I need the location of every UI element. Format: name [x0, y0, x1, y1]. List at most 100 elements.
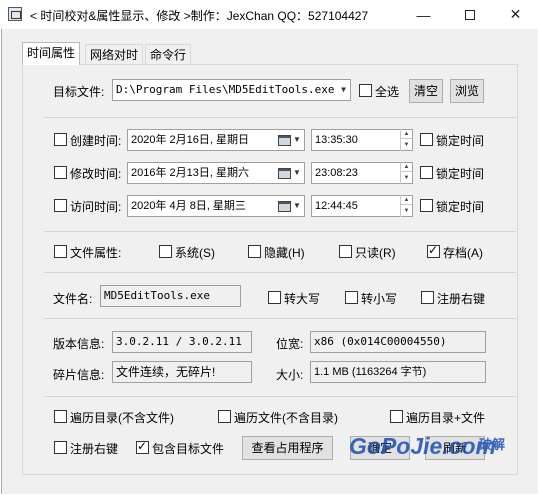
modify-date-value: 2016年 2月13日, 星期六 [131, 167, 249, 179]
register-context-label: 注册右键 [437, 292, 486, 306]
archive-attr-checkbox[interactable] [427, 243, 440, 258]
file-attributes-label: 文件属性: [70, 246, 122, 260]
lock-create-time-checkbox[interactable] [420, 133, 433, 146]
calendar-icon[interactable] [278, 168, 291, 179]
spin-down-icon[interactable]: ▼ [401, 140, 412, 150]
title-bar[interactable]: < 时间校对&属性显示、修改 >制作：JexChan QQ：527104427 … [0, 0, 539, 29]
create-time-spinner[interactable]: ▲ ▼ [400, 129, 412, 151]
size-label: 大小: [276, 368, 304, 382]
register-context-checkbox[interactable] [421, 291, 434, 304]
target-file-path: D:\Program Files\MD5EditTools.exe [116, 83, 335, 96]
readonly-attr-checkbox[interactable] [339, 245, 352, 258]
modify-time-checkbox[interactable] [54, 166, 67, 179]
access-date-picker[interactable]: 2020年 4月 8日, 星期三 ▼ [127, 195, 305, 217]
divider [44, 117, 516, 118]
include-target-label: 包含目标文件 [152, 442, 225, 456]
access-date-value: 2020年 4月 8日, 星期三 [131, 200, 246, 212]
select-all-checkbox[interactable] [359, 84, 372, 97]
version-field: 3.0.2.11 / 3.0.2.11 [112, 331, 252, 353]
to-lower-label: 转小写 [361, 292, 398, 306]
access-time-input[interactable]: 12:44:45 ▲ ▼ [311, 195, 413, 217]
lock-create-time-label: 锁定时间 [436, 134, 485, 148]
watermark-text: GoPoJie.com [349, 433, 496, 459]
lock-modify-time-label: 锁定时间 [436, 167, 485, 181]
access-time-checkbox[interactable] [54, 199, 67, 212]
modify-time-spinner[interactable]: ▲ ▼ [400, 162, 412, 184]
access-time-spinner[interactable]: ▲ ▼ [400, 195, 412, 217]
window-title: < 时间校对&属性显示、修改 >制作：JexChan QQ：527104427 [30, 9, 369, 23]
file-attributes-checkbox[interactable] [54, 245, 67, 258]
spin-down-icon[interactable]: ▼ [401, 173, 412, 183]
close-button[interactable]: ✕ [493, 0, 538, 29]
divider [44, 318, 516, 319]
include-target-checkbox[interactable] [136, 439, 149, 454]
hidden-attr-label: 隐藏(H) [264, 246, 305, 260]
system-attr-label: 系统(S) [175, 246, 215, 260]
create-date-picker[interactable]: 2020年 2月16日, 星期日 ▼ [127, 129, 305, 151]
target-file-label: 目标文件: [53, 85, 105, 99]
tab-command-line[interactable]: 命令行 [145, 44, 192, 64]
register-right-label: 注册右键 [70, 442, 119, 456]
tab-time-attributes[interactable]: 时间属性 [22, 42, 81, 65]
hidden-attr-checkbox[interactable] [248, 245, 261, 258]
modify-time-label: 修改时间: [70, 167, 122, 181]
traverse-files-checkbox[interactable] [218, 410, 231, 423]
traverse-dirs-label: 遍历目录(不含文件) [70, 411, 174, 425]
divider [44, 272, 516, 273]
traverse-both-checkbox[interactable] [390, 410, 403, 423]
to-upper-label: 转大写 [284, 292, 321, 306]
filename-field[interactable]: MD5EditTools.exe [100, 285, 241, 307]
lock-access-time-checkbox[interactable] [420, 199, 433, 212]
chevron-down-icon[interactable]: ▼ [341, 80, 346, 100]
archive-attr-label: 存档(A) [443, 246, 483, 260]
chevron-down-icon[interactable]: ▼ [293, 163, 301, 183]
clear-button[interactable]: 清空 [409, 79, 443, 103]
create-time-input[interactable]: 13:35:30 ▲ ▼ [311, 129, 413, 151]
app-icon [8, 7, 22, 21]
traverse-files-label: 遍历文件(不含目录) [234, 411, 338, 425]
chevron-down-icon[interactable]: ▼ [293, 196, 301, 216]
traverse-both-label: 遍历目录+文件 [406, 411, 486, 425]
calendar-icon[interactable] [278, 201, 291, 212]
modify-time-value: 23:08:23 [315, 167, 358, 179]
fragment-field: 文件连续，无碎片! [112, 361, 252, 383]
create-time-checkbox[interactable] [54, 133, 67, 146]
size-field: 1.1 MB (1163264 字节) [310, 361, 486, 383]
target-file-combo[interactable]: D:\Program Files\MD5EditTools.exe ▼ [112, 79, 351, 101]
divider [44, 396, 516, 397]
browse-button[interactable]: 浏览 [450, 79, 484, 103]
create-date-value: 2020年 2月16日, 星期日 [131, 134, 249, 146]
access-time-value: 12:44:45 [315, 200, 358, 212]
watermark-sub: 破解 [479, 437, 506, 452]
minimize-button[interactable]: — [401, 0, 446, 29]
to-lower-checkbox[interactable] [345, 291, 358, 304]
readonly-attr-label: 只读(R) [355, 246, 396, 260]
spin-down-icon[interactable]: ▼ [401, 206, 412, 216]
maximize-button[interactable] [447, 0, 492, 29]
access-time-label: 访问时间: [70, 200, 122, 214]
traverse-dirs-checkbox[interactable] [54, 410, 67, 423]
maximize-icon [464, 9, 475, 20]
system-attr-checkbox[interactable] [159, 245, 172, 258]
filename-label: 文件名: [53, 292, 93, 306]
spin-up-icon[interactable]: ▲ [401, 129, 412, 139]
chevron-down-icon[interactable]: ▼ [293, 130, 301, 150]
modify-time-input[interactable]: 23:08:23 ▲ ▼ [311, 162, 413, 184]
to-upper-checkbox[interactable] [268, 291, 281, 304]
divider [44, 231, 516, 232]
tab-network-time[interactable]: 网络对时 [85, 44, 144, 64]
view-process-button[interactable]: 查看占用程序 [242, 436, 333, 460]
select-all-label: 全选 [375, 85, 400, 99]
create-time-value: 13:35:30 [315, 134, 358, 146]
lock-modify-time-checkbox[interactable] [420, 166, 433, 179]
spin-up-icon[interactable]: ▲ [401, 195, 412, 205]
version-label: 版本信息: [53, 337, 105, 351]
spin-up-icon[interactable]: ▲ [401, 162, 412, 172]
calendar-icon[interactable] [278, 135, 291, 146]
fragment-label: 碎片信息: [53, 368, 105, 382]
lock-access-time-label: 锁定时间 [436, 200, 485, 214]
bitness-label: 位宽: [276, 337, 304, 351]
register-right-checkbox[interactable] [54, 441, 67, 454]
site-watermark: GoPoJie.com 破解 [349, 433, 505, 460]
modify-date-picker[interactable]: 2016年 2月13日, 星期六 ▼ [127, 162, 305, 184]
